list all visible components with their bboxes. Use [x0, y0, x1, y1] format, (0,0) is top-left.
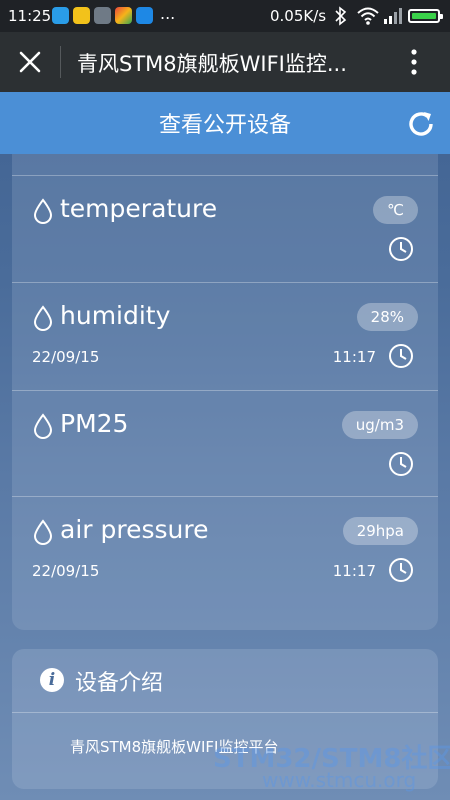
- net-speed: 0.05K/s: [270, 7, 327, 25]
- more-notifications: ...: [160, 4, 176, 23]
- droplet-icon: [33, 305, 53, 331]
- clock-icon: [389, 558, 413, 582]
- device-value-badge: 29hpa: [342, 517, 418, 545]
- device-name: humidity: [60, 301, 171, 330]
- app-notification-icon: [115, 7, 132, 24]
- wifi-icon: [357, 7, 379, 25]
- device-name: temperature: [60, 194, 218, 223]
- device-name: PM25: [60, 409, 129, 438]
- device-value-badge: ℃: [373, 196, 418, 224]
- droplet-icon: [33, 413, 53, 439]
- device-row-air-pressure[interactable]: air pressure 29hpa 22/09/15 11:17: [12, 496, 438, 605]
- device-value-badge: ug/m3: [341, 411, 418, 439]
- watermark-url: www.stmcu.org: [262, 768, 417, 792]
- signal-icon: [384, 8, 402, 24]
- status-time: 11:25: [8, 7, 52, 25]
- title-divider: [60, 46, 61, 78]
- clock-icon: [389, 344, 413, 368]
- status-bar: 11:25 ... 0.05K/s: [0, 0, 450, 32]
- droplet-icon: [33, 519, 53, 545]
- app-notification-icon: [136, 7, 153, 24]
- info-divider: [12, 712, 438, 713]
- battery-icon: [408, 9, 443, 23]
- device-row-humidity[interactable]: humidity 28% 22/09/15 11:17: [12, 282, 438, 391]
- info-icon: i: [40, 668, 64, 692]
- close-icon[interactable]: [16, 48, 44, 76]
- info-title: 设备介绍: [75, 671, 164, 696]
- device-name: air pressure: [60, 515, 209, 544]
- page-title: 青风STM8旗舰板WIFI监控...: [77, 52, 347, 76]
- app-notification-icon: [94, 7, 111, 24]
- device-value-badge: 28%: [356, 303, 418, 331]
- device-date: 22/09/15: [32, 562, 100, 580]
- app-notification-icon: [52, 7, 69, 24]
- app-title-bar: 青风STM8旗舰板WIFI监控...: [0, 32, 450, 92]
- device-list: temperature ℃ humidity 28% 22/09/15 11:1…: [12, 154, 438, 630]
- clock-icon: [389, 237, 413, 261]
- device-row-temperature[interactable]: temperature ℃: [12, 175, 438, 284]
- device-row-pm25[interactable]: PM25 ug/m3: [12, 390, 438, 499]
- more-menu-icon[interactable]: [404, 46, 424, 78]
- droplet-icon: [33, 198, 53, 224]
- notification-icons: [52, 7, 153, 24]
- section-header: 查看公开设备: [0, 92, 450, 154]
- device-time: 11:17: [332, 562, 376, 580]
- clock-icon: [389, 452, 413, 476]
- app-notification-icon: [73, 7, 90, 24]
- device-date: 22/09/15: [32, 348, 100, 366]
- bluetooth-icon: [335, 6, 347, 26]
- header-title: 查看公开设备: [158, 113, 291, 138]
- refresh-icon[interactable]: [405, 108, 437, 140]
- device-time: 11:17: [332, 348, 376, 366]
